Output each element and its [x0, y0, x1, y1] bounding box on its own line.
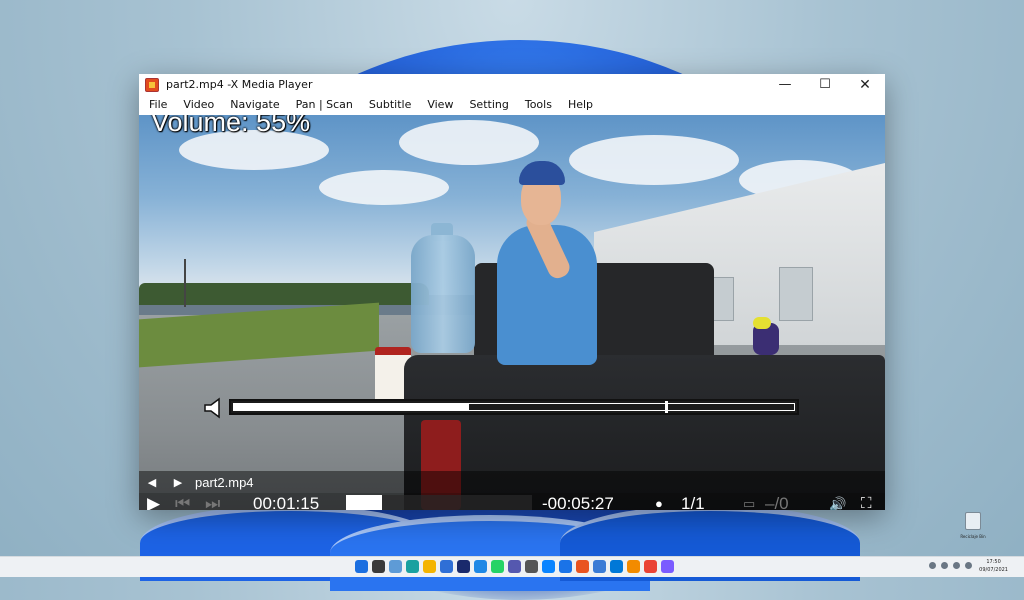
video-background-person-hat — [753, 317, 771, 329]
subtitle-track[interactable]: 1/1 — [681, 493, 705, 510]
taskbar-app-icon[interactable] — [491, 560, 504, 573]
previous-track-button[interactable]: ⏮ — [175, 493, 190, 510]
osd-volume-bar — [229, 399, 799, 415]
maximize-button[interactable]: ☐ — [805, 74, 845, 95]
video-cloud — [319, 170, 449, 205]
video-treeline — [139, 283, 429, 305]
search-icon[interactable] — [372, 560, 385, 573]
playlist-next-button[interactable]: ▶ — [165, 476, 191, 489]
fullscreen-icon[interactable]: ⛶ — [861, 493, 872, 510]
taskbar-app-icon[interactable] — [610, 560, 623, 573]
osd-volume-fill — [234, 404, 470, 410]
taskbar-app-icon[interactable] — [423, 560, 436, 573]
osd-speaker-icon — [204, 397, 220, 419]
taskbar-app-icon[interactable] — [474, 560, 487, 573]
menu-pan-scan[interactable]: Pan | Scan — [288, 95, 361, 115]
next-track-button[interactable]: ⏭ — [205, 493, 220, 510]
recycle-bin-label: Reciclaje Bin — [960, 534, 986, 539]
taskbar-app-icon[interactable] — [593, 560, 606, 573]
tray-network-icon[interactable] — [941, 562, 948, 569]
video-warehouse-door — [712, 277, 734, 321]
menu-setting[interactable]: Setting — [461, 95, 516, 115]
menu-file[interactable]: File — [139, 95, 175, 115]
video-warehouse-door — [779, 267, 813, 321]
start-icon[interactable] — [355, 560, 368, 573]
tray-chevron-icon[interactable] — [929, 562, 936, 569]
tray-volume-icon[interactable] — [953, 562, 960, 569]
close-button[interactable]: ✕ — [845, 74, 885, 95]
video-cloud — [569, 135, 739, 185]
taskbar-app-icon[interactable] — [627, 560, 640, 573]
app-icon — [145, 77, 159, 92]
playlist-prev-button[interactable]: ◀ — [139, 476, 165, 489]
menu-bar: File Video Navigate Pan | Scan Subtitle … — [139, 95, 885, 115]
taskbar-app-icon[interactable] — [406, 560, 419, 573]
video-cloud — [399, 120, 539, 165]
taskbar-apps — [355, 560, 674, 573]
minimize-button[interactable]: — — [765, 74, 805, 95]
playlist-row: ◀ ▶ part2.mp4 — [139, 471, 885, 493]
taskbar-clock[interactable]: 17:50 09/07/2021 — [979, 558, 1008, 574]
taskbar-app-icon[interactable] — [525, 560, 538, 573]
control-bar: ▶ ⏮ ⏭ 00:01:15 -00:05:27 ● 1/1 ▭ –/0 🔊 ⛶ — [139, 493, 885, 510]
video-surface[interactable]: Volume: 55% ◀ ▶ part2.mp4 ▶ ⏮ ⏭ 00:01:15… — [139, 115, 885, 510]
taskbar-app-icon[interactable] — [576, 560, 589, 573]
system-tray — [929, 562, 972, 569]
clock-time: 17:50 — [986, 559, 1001, 565]
taskbar-app-icon[interactable] — [661, 560, 674, 573]
taskbar-app-icon[interactable] — [542, 560, 555, 573]
volume-icon[interactable]: 🔊 — [829, 493, 846, 510]
menu-navigate[interactable]: Navigate — [222, 95, 287, 115]
menu-view[interactable]: View — [419, 95, 461, 115]
window-title: part2.mp4 -X Media Player — [166, 78, 313, 91]
taskbar-app-icon[interactable] — [440, 560, 453, 573]
menu-video[interactable]: Video — [175, 95, 222, 115]
play-button[interactable]: ▶ — [147, 493, 160, 510]
recycle-bin-icon — [965, 512, 981, 530]
taskbar-app-icon[interactable] — [389, 560, 402, 573]
seek-bar-progress[interactable] — [346, 495, 382, 510]
taskbar-app-icon[interactable] — [559, 560, 572, 573]
menu-tools[interactable]: Tools — [517, 95, 560, 115]
subtitle-icon[interactable]: ● — [655, 493, 663, 510]
tray-battery-icon[interactable] — [965, 562, 972, 569]
taskbar-app-icon[interactable] — [508, 560, 521, 573]
menu-help[interactable]: Help — [560, 95, 601, 115]
taskbar: 17:50 09/07/2021 — [0, 556, 1024, 577]
elapsed-time: 00:01:15 — [253, 494, 320, 510]
video-light-pole — [184, 259, 186, 307]
media-player-window: part2.mp4 -X Media Player — ☐ ✕ File Vid… — [139, 74, 885, 510]
taskbar-app-icon[interactable] — [457, 560, 470, 573]
remaining-time: -00:05:27 — [542, 494, 614, 510]
audio-track-icon[interactable]: ▭ — [743, 493, 755, 510]
audio-track[interactable]: –/0 — [765, 493, 789, 510]
taskbar-app-icon[interactable] — [644, 560, 657, 573]
clock-date: 09/07/2021 — [979, 567, 1008, 573]
title-bar[interactable]: part2.mp4 -X Media Player — ☐ ✕ — [139, 74, 885, 95]
recycle-bin[interactable]: Reciclaje Bin — [953, 512, 993, 539]
video-water-jug — [411, 235, 475, 353]
osd-volume-bar-frame — [233, 401, 795, 413]
seek-bar-track[interactable] — [382, 495, 532, 510]
playlist-current-file[interactable]: part2.mp4 — [195, 475, 254, 490]
osd-volume-text: Volume: 55% — [151, 115, 311, 137]
menu-subtitle[interactable]: Subtitle — [361, 95, 419, 115]
osd-volume-marker — [665, 401, 669, 413]
